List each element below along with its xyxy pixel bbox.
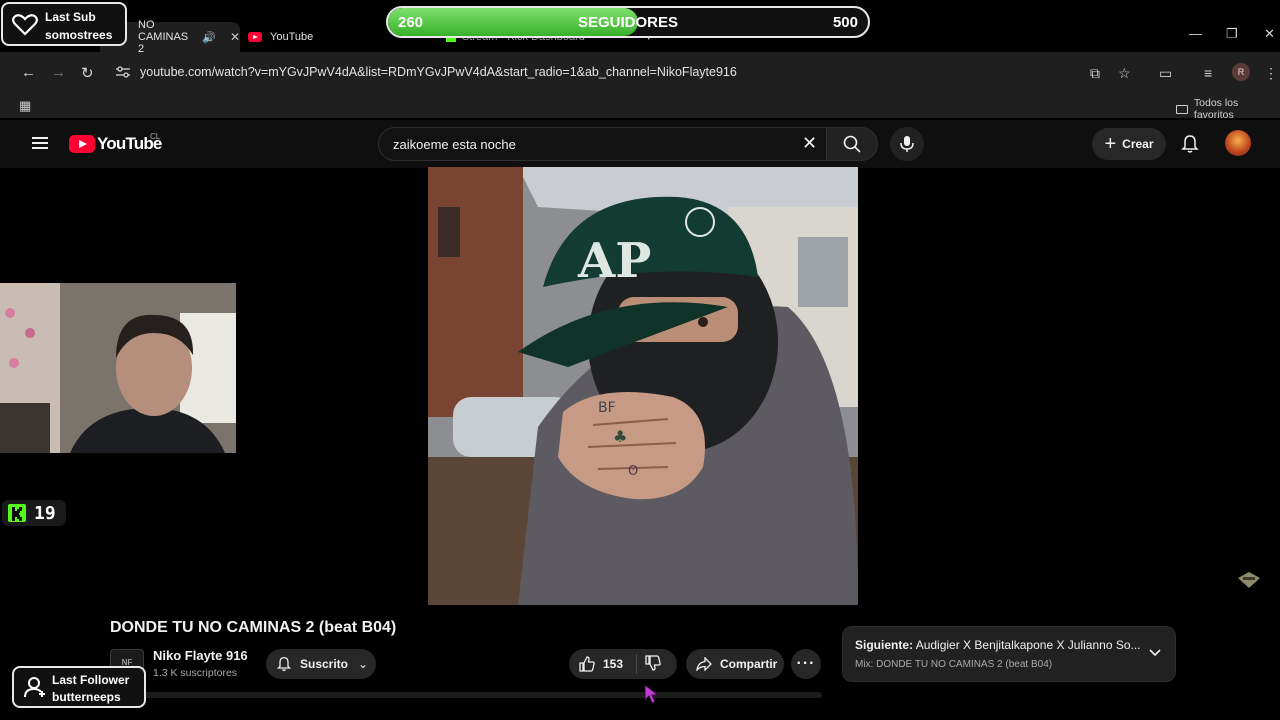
like-count: 153: [603, 657, 624, 671]
bell-icon: [276, 656, 292, 672]
last-sub-label: Last Sub: [45, 10, 96, 24]
like-dislike-group: 153: [569, 649, 677, 679]
youtube-favicon-icon: [248, 32, 262, 42]
kick-viewer-counter: 19: [2, 500, 66, 526]
channel-name[interactable]: Niko Flayte 916: [153, 648, 248, 663]
more-horizontal-icon: ···: [796, 655, 816, 672]
svg-text:ʘ: ʘ: [628, 464, 638, 479]
browser-menu-icon[interactable]: ⋮: [1264, 65, 1278, 82]
more-actions-button[interactable]: ···: [791, 649, 821, 679]
url-field[interactable]: youtube.com/watch?v=mYGvJPwV4dA&list=RDm…: [108, 58, 1148, 86]
mouse-cursor-icon: [644, 684, 660, 704]
site-settings-icon[interactable]: [116, 66, 130, 78]
thumbs-down-icon: [645, 654, 661, 671]
share-arrow-icon: [696, 657, 712, 671]
restore-icon[interactable]: ❐: [1226, 26, 1238, 42]
goal-target: 500: [832, 14, 858, 31]
kick-viewer-count: 19: [34, 502, 56, 524]
channel-watermark-icon[interactable]: [1236, 570, 1262, 590]
back-icon[interactable]: ←: [21, 64, 36, 81]
chevron-down-icon: ⌄: [358, 657, 369, 671]
apps-grid-icon[interactable]: ▦: [19, 98, 31, 114]
reload-icon[interactable]: ↻: [81, 64, 94, 82]
forward-icon[interactable]: →: [51, 64, 66, 81]
youtube-play-logo-icon: [69, 135, 95, 153]
create-button[interactable]: + Crear: [1092, 128, 1166, 160]
user-icon: [24, 677, 45, 698]
plus-icon: +: [1104, 133, 1117, 155]
video-title: DONDE TU NO CAMINAS 2 (beat B04): [110, 619, 397, 636]
up-next-mix: Mix: DONDE TU NO CAMINAS 2 (beat B04): [855, 659, 1053, 670]
youtube-header: YouTube CL zaikoeme esta noche ✕ + Crear: [0, 120, 1280, 168]
last-follower-widget: Last Follower butterneeps: [12, 666, 146, 708]
subscribed-label: Suscrito: [300, 657, 349, 671]
up-next-title: Siguiente: Audigier X Benjitalkapone X J…: [855, 638, 1141, 652]
like-button[interactable]: 153: [569, 654, 637, 674]
user-avatar[interactable]: [1225, 130, 1251, 156]
up-next-panel[interactable]: Siguiente: Audigier X Benjitalkapone X J…: [842, 626, 1176, 682]
search-input[interactable]: zaikoeme esta noche: [378, 127, 828, 161]
goal-label: SEGUIDORES: [577, 14, 679, 31]
svg-text:♣: ♣: [613, 427, 627, 446]
menu-icon[interactable]: [32, 137, 48, 149]
create-label: Crear: [1122, 137, 1154, 151]
bookmarks-bar: ▦ Todos los favoritos: [0, 92, 1280, 121]
install-app-icon[interactable]: ⧉: [1090, 65, 1100, 82]
video-frame-image[interactable]: AP BF ♣ ʘ: [428, 167, 858, 605]
tab-label: YouTube: [270, 31, 314, 43]
media-controls-icon[interactable]: ≡: [1204, 65, 1212, 81]
url-text: youtube.com/watch?v=mYGvJPwV4dA&list=RDm…: [140, 65, 737, 79]
close-tab-icon[interactable]: ✕: [230, 30, 240, 44]
voice-search-button[interactable]: [890, 127, 924, 161]
heart-icon: [12, 14, 38, 36]
microphone-icon: [900, 136, 914, 152]
notifications-bell-icon[interactable]: [1181, 134, 1199, 154]
last-follower-label: Last Follower: [52, 673, 130, 687]
search-button[interactable]: [826, 127, 878, 161]
clear-search-icon[interactable]: ✕: [802, 134, 817, 152]
country-code: CL: [150, 132, 161, 141]
browser-profile-avatar[interactable]: R: [1232, 63, 1250, 81]
follower-goal-bar: 260 SEGUIDORES 500: [386, 6, 870, 38]
close-window-icon[interactable]: ✕: [1264, 26, 1275, 42]
youtube-logo[interactable]: YouTube: [69, 134, 162, 154]
last-sub-widget: Last Sub somostrees: [1, 2, 127, 46]
last-follower-name: butterneeps: [52, 690, 121, 704]
subscriber-count: 1.3 K suscriptores: [153, 667, 238, 679]
speaker-icon[interactable]: 🔊: [202, 31, 216, 44]
subscribed-button[interactable]: Suscrito ⌄: [266, 649, 376, 679]
search-query: zaikoeme esta noche: [393, 136, 516, 152]
description-box-edge: [110, 692, 822, 698]
share-button[interactable]: Compartir: [686, 649, 784, 679]
thumbs-up-icon: [579, 656, 595, 672]
address-bar-row: ← → ↻ youtube.com/watch?v=mYGvJPwV4dA&li…: [0, 52, 1280, 92]
bookmarks-folder-label: Todos los favoritos: [1193, 97, 1239, 121]
tab-label: NO CAMINAS 2: [138, 19, 189, 55]
chevron-down-icon[interactable]: [1148, 645, 1162, 659]
up-next-prefix: Siguiente:: [855, 638, 914, 652]
last-sub-name: somostrees: [45, 28, 113, 42]
minimize-icon[interactable]: —: [1189, 26, 1202, 41]
bookmarks-folder[interactable]: Todos los favoritos: [1176, 97, 1280, 121]
dislike-button[interactable]: [637, 654, 661, 674]
share-label: Compartir: [720, 657, 778, 671]
svg-text:AP: AP: [577, 233, 651, 289]
extensions-icon[interactable]: ▭: [1159, 65, 1172, 82]
bookmark-star-icon[interactable]: ☆: [1118, 65, 1131, 82]
webcam-feed: [0, 283, 236, 453]
kick-logo-icon: [8, 504, 26, 522]
folder-icon: [1176, 104, 1188, 114]
search-icon: [843, 135, 861, 153]
svg-text:BF: BF: [598, 400, 616, 416]
up-next-video-title: Audigier X Benjitalkapone X Julianno So.…: [915, 638, 1141, 652]
